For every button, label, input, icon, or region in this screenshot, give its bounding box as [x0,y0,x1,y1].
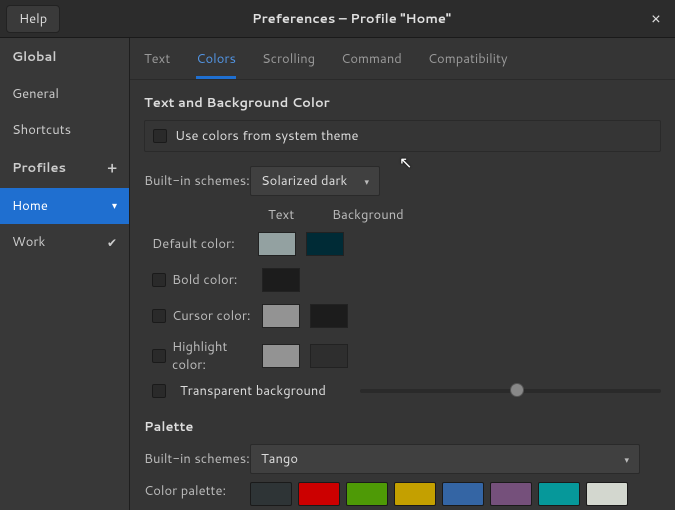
builtin-schemes-label: Built-in schemes: [144,172,250,190]
cursor-text-color-swatch[interactable] [262,304,300,328]
sidebar: Global General Shortcuts Profiles + Home… [0,38,130,510]
section-heading-palette: Palette [144,418,661,436]
default-color-label: Default color: [152,235,258,253]
palette-scheme-value: Tango [261,450,298,468]
slider-thumb[interactable] [510,383,524,397]
color-column-headers: Text Background [268,206,661,224]
check-icon: ✔ [107,234,117,251]
sidebar-header-global: Global [0,38,129,76]
chevron-down-icon: ▾ [364,175,369,188]
help-button[interactable]: Help [6,5,60,33]
palette-swatch-0-7[interactable] [586,482,628,506]
use-system-theme-label: Use colors from system theme [175,127,359,145]
window-title: Preferences – Profile "Home" [60,10,643,28]
tabs: Text Colors Scrolling Command Compatibil… [130,38,675,80]
bold-color-label: Bold color: [172,271,262,289]
close-button[interactable]: × [643,3,669,34]
add-profile-icon[interactable]: + [107,158,117,178]
chevron-down-icon: ▾ [624,453,629,466]
col-header-text: Text [268,206,312,224]
highlight-bg-color-swatch[interactable] [310,344,348,368]
scheme-select-value: Solarized dark [261,172,347,190]
palette-swatch-0-1[interactable] [298,482,340,506]
cursor-color-label: Cursor color: [172,307,262,325]
default-text-color-swatch[interactable] [258,232,296,256]
palette-swatch-0-4[interactable] [442,482,484,506]
palette-builtin-label: Built-in schemes: [144,450,250,468]
palette-scheme-select[interactable]: Tango ▾ [250,444,640,474]
tab-compatibility[interactable]: Compatibility [428,50,508,79]
palette-swatch-0-0[interactable] [250,482,292,506]
tab-command[interactable]: Command [341,50,402,79]
scheme-select[interactable]: Solarized dark ▾ [250,166,380,196]
color-palette-label: Color palette: [144,482,250,500]
sidebar-item-shortcuts[interactable]: Shortcuts [0,112,129,148]
default-bg-color-swatch[interactable] [306,232,344,256]
use-system-theme-checkbox[interactable] [153,129,167,143]
palette-grid [250,482,628,510]
palette-swatch-0-2[interactable] [346,482,388,506]
tab-text[interactable]: Text [144,50,170,79]
sidebar-header-profiles: Profiles + [0,148,129,188]
cursor-color-checkbox[interactable] [152,309,166,323]
transparent-bg-checkbox[interactable] [152,384,166,398]
highlight-color-label: Highlight color: [172,338,262,374]
chevron-down-icon: ▾ [112,199,117,213]
sidebar-item-home[interactable]: Home ▾ [0,188,129,224]
cursor-bg-color-swatch[interactable] [310,304,348,328]
bold-color-checkbox[interactable] [152,273,166,287]
sidebar-item-work[interactable]: Work ✔ [0,224,129,260]
section-heading-textbg: Text and Background Color [144,94,661,112]
tab-scrolling[interactable]: Scrolling [262,50,315,79]
transparency-slider[interactable] [360,389,661,393]
palette-swatch-0-6[interactable] [538,482,580,506]
transparent-bg-label: Transparent background [180,382,326,400]
tab-colors[interactable]: Colors [196,50,236,79]
col-header-background: Background [332,206,376,224]
main-panel: Text Colors Scrolling Command Compatibil… [130,38,675,510]
sidebar-item-general[interactable]: General [0,76,129,112]
bold-color-swatch[interactable] [262,268,300,292]
highlight-text-color-swatch[interactable] [262,344,300,368]
palette-swatch-0-3[interactable] [394,482,436,506]
palette-swatch-0-5[interactable] [490,482,532,506]
use-system-theme-row[interactable]: Use colors from system theme [144,120,661,152]
highlight-color-checkbox[interactable] [152,349,166,363]
